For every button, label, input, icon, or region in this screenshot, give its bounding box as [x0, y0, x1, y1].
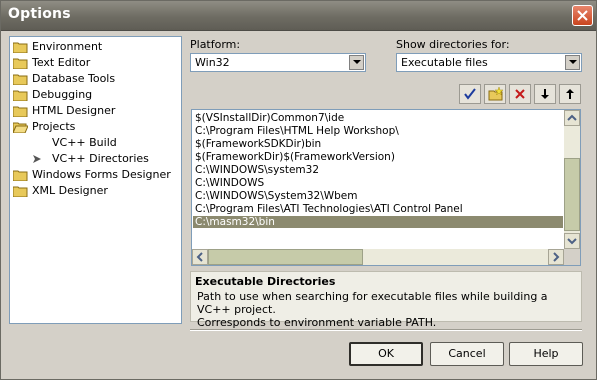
- close-button[interactable]: [572, 5, 593, 26]
- show-directories-dropdown-button[interactable]: [565, 55, 580, 70]
- cancel-button[interactable]: Cancel: [430, 342, 504, 366]
- show-directories-value: Executable files: [401, 56, 488, 69]
- window-title: Options: [8, 6, 71, 22]
- chevron-right-icon: [553, 252, 560, 262]
- help-button[interactable]: Help: [509, 342, 583, 366]
- show-directories-label: Show directories for:: [396, 38, 510, 51]
- description-line-1: Path to use when searching for executabl…: [197, 290, 548, 316]
- platform-dropdown[interactable]: Win32: [190, 53, 366, 72]
- pointer-arrow-icon: [33, 155, 41, 163]
- chevron-down-icon: [353, 60, 361, 64]
- vertical-scrollbar[interactable]: [564, 110, 580, 249]
- category-tree[interactable]: Environment Text Editor Database Tools D…: [9, 36, 182, 324]
- new-folder-icon: [488, 87, 504, 101]
- description-body: Path to use when searching for executabl…: [197, 290, 579, 329]
- checkmark-icon: [464, 88, 476, 100]
- horizontal-scrollbar[interactable]: [192, 249, 564, 265]
- chevron-left-icon: [196, 252, 203, 262]
- scrollbar-corner: [564, 249, 580, 265]
- move-up-button[interactable]: [559, 84, 581, 104]
- ok-button[interactable]: OK: [349, 342, 423, 366]
- description-line-2: Corresponds to environment variable PATH…: [197, 316, 437, 329]
- new-line-button[interactable]: [484, 84, 506, 104]
- folder-icon: [13, 186, 28, 197]
- list-item[interactable]: C:\WINDOWS\system32: [193, 164, 563, 176]
- list-item[interactable]: C:\WINDOWS\System32\Wbem: [193, 190, 563, 202]
- divider: [190, 329, 582, 331]
- open-folder-icon: [13, 122, 28, 133]
- folder-icon: [13, 90, 28, 101]
- move-up-icon: [566, 89, 574, 99]
- folder-icon: [13, 74, 28, 85]
- delete-icon: [515, 89, 525, 99]
- platform-label: Platform:: [190, 38, 241, 51]
- show-directories-dropdown[interactable]: Executable files: [396, 53, 582, 72]
- horizontal-scroll-thumb[interactable]: [208, 249, 363, 265]
- list-item[interactable]: $(FrameworkDir)$(FrameworkVersion): [193, 151, 563, 163]
- scroll-down-button[interactable]: [564, 233, 580, 249]
- vertical-scroll-thumb[interactable]: [564, 158, 580, 231]
- delete-button[interactable]: [509, 84, 531, 104]
- platform-value: Win32: [195, 56, 230, 69]
- title-bar[interactable]: Options: [1, 1, 596, 31]
- description-panel: Executable Directories Path to use when …: [190, 271, 582, 329]
- move-down-button[interactable]: [534, 84, 556, 104]
- platform-dropdown-button[interactable]: [349, 55, 364, 70]
- chevron-down-icon: [567, 238, 577, 245]
- list-item[interactable]: C:\WINDOWS: [193, 177, 563, 189]
- list-item[interactable]: $(FrameworkSDKDir)bin: [193, 138, 563, 150]
- folder-icon: [13, 170, 28, 181]
- scroll-left-button[interactable]: [192, 249, 208, 265]
- directory-list[interactable]: $(VSInstallDir)Common7\ide C:\Program Fi…: [191, 109, 581, 266]
- list-item[interactable]: $(VSInstallDir)Common7\ide: [193, 112, 563, 124]
- chevron-up-icon: [567, 114, 577, 121]
- chevron-down-icon: [569, 60, 577, 64]
- list-item-selected[interactable]: C:\masm32\bin: [193, 216, 563, 228]
- list-item[interactable]: C:\Program Files\HTML Help Workshop\: [193, 125, 563, 137]
- folder-icon: [13, 42, 28, 53]
- folder-icon: [13, 58, 28, 69]
- options-dialog: Options Environment Text Editor Database…: [0, 0, 597, 380]
- move-down-icon: [541, 89, 549, 99]
- scroll-up-button[interactable]: [564, 110, 580, 126]
- scroll-right-button[interactable]: [548, 249, 564, 265]
- description-title: Executable Directories: [195, 275, 336, 288]
- check-button[interactable]: [459, 84, 481, 104]
- list-item[interactable]: C:\Program Files\ATI Technologies\ATI Co…: [193, 203, 563, 215]
- folder-icon: [13, 106, 28, 117]
- close-icon: [577, 10, 588, 21]
